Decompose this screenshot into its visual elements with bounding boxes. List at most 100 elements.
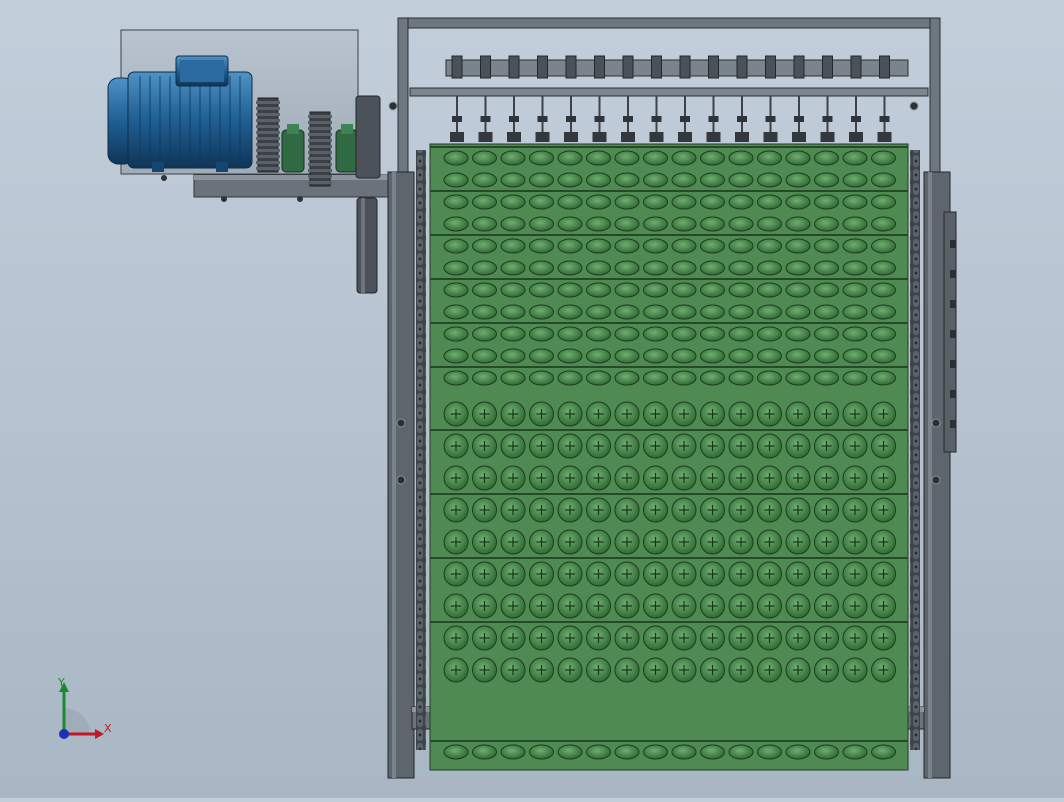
conveyor-cup <box>557 216 583 232</box>
conveyor-cup <box>814 744 839 760</box>
conveyor-cup <box>757 370 782 386</box>
conveyor-cup <box>814 172 839 188</box>
conveyor-cup <box>614 326 640 342</box>
conveyor-cup <box>700 216 725 232</box>
conveyor-cup <box>785 304 811 320</box>
conveyor-cup <box>500 348 526 364</box>
conveyor-cup <box>500 216 526 232</box>
conveyor-cup <box>643 370 668 386</box>
cad-viewport[interactable]: X Y <box>0 0 1064 798</box>
feeder-head <box>736 55 748 79</box>
conveyor-cup <box>500 370 526 386</box>
conveyor-cup <box>842 194 868 210</box>
conveyor-cup <box>472 238 497 254</box>
conveyor-cup <box>529 326 554 342</box>
conveyor-cup <box>472 150 497 166</box>
conveyor-cup <box>728 172 754 188</box>
feeder-head <box>451 55 463 79</box>
conveyor-cup <box>871 172 896 188</box>
conveyor-cup <box>614 744 640 760</box>
conveyor-cup <box>757 150 782 166</box>
conveyor-cup <box>785 238 811 254</box>
feeder-head-row[interactable] <box>445 55 909 142</box>
conveyor-cup <box>728 326 754 342</box>
conveyor-cup <box>472 348 497 364</box>
conveyor-cup <box>757 282 782 298</box>
conveyor-cup <box>586 370 611 386</box>
conveyor-cup <box>871 304 896 320</box>
bolt <box>950 330 956 338</box>
conveyor-cup <box>785 370 811 386</box>
conveyor-cup <box>671 194 697 210</box>
conveyor-cup <box>871 282 896 298</box>
conveyor-cup <box>871 150 896 166</box>
conveyor-cup <box>728 216 754 232</box>
conveyor-cup <box>814 260 839 276</box>
conveyor-cup <box>728 304 754 320</box>
drive-sprocket-stack[interactable] <box>356 197 378 294</box>
conveyor-cup <box>500 260 526 276</box>
conveyor-cup <box>643 326 668 342</box>
conveyor-cup <box>586 348 611 364</box>
conveyor-cup <box>728 744 754 760</box>
z-axis-dot <box>59 729 69 739</box>
conveyor-cup <box>500 172 526 188</box>
feeder-head <box>850 55 862 79</box>
conveyor-cup <box>842 744 868 760</box>
cup-conveyor[interactable] <box>429 143 909 771</box>
conveyor-cup <box>643 194 668 210</box>
conveyor-cup <box>728 194 754 210</box>
conveyor-cup <box>614 304 640 320</box>
bolt <box>931 475 941 485</box>
conveyor-cup <box>700 744 725 760</box>
conveyor-cup <box>643 238 668 254</box>
conveyor-cup <box>614 282 640 298</box>
bolt <box>931 418 941 428</box>
conveyor-cup <box>671 282 697 298</box>
conveyor-cup <box>814 326 839 342</box>
conveyor-cup <box>500 304 526 320</box>
conveyor-cup <box>586 172 611 188</box>
conveyor-cup <box>814 194 839 210</box>
conveyor-cup <box>700 304 725 320</box>
y-axis-label: Y <box>58 676 65 689</box>
conveyor-cup <box>643 150 668 166</box>
conveyor-cup <box>785 260 811 276</box>
conveyor-cup <box>757 326 782 342</box>
conveyor-cup <box>614 260 640 276</box>
conveyor-cup <box>785 216 811 232</box>
conveyor-cup <box>443 744 469 760</box>
bolt <box>950 270 956 278</box>
conveyor-cup <box>472 216 497 232</box>
conveyor-cup <box>842 172 868 188</box>
conveyor-cup <box>757 744 782 760</box>
bolt <box>950 390 956 398</box>
feeder-head <box>679 55 691 79</box>
conveyor-cup <box>500 282 526 298</box>
feeder-head <box>708 55 719 79</box>
conveyor-cup <box>557 744 583 760</box>
conveyor-cup <box>443 216 469 232</box>
conveyor-cup <box>529 370 554 386</box>
conveyor-cup <box>757 260 782 276</box>
cad-model-view[interactable] <box>0 0 1064 798</box>
conveyor-cup <box>586 216 611 232</box>
conveyor-cup <box>643 260 668 276</box>
conveyor-cup <box>643 304 668 320</box>
conveyor-cup <box>814 282 839 298</box>
conveyor-cup <box>643 282 668 298</box>
conveyor-cup <box>700 194 725 210</box>
conveyor-cup <box>614 348 640 364</box>
conveyor-cup <box>443 326 469 342</box>
conveyor-cup <box>814 150 839 166</box>
conveyor-cup <box>443 370 469 386</box>
conveyor-cup <box>871 326 896 342</box>
conveyor-cup <box>472 282 497 298</box>
feeder-head <box>793 55 805 79</box>
conveyor-cup <box>443 172 469 188</box>
conveyor-cup <box>472 370 497 386</box>
conveyor-cup <box>700 150 725 166</box>
electric-motor[interactable] <box>107 55 253 172</box>
conveyor-cup <box>671 260 697 276</box>
conveyor-cup <box>814 348 839 364</box>
